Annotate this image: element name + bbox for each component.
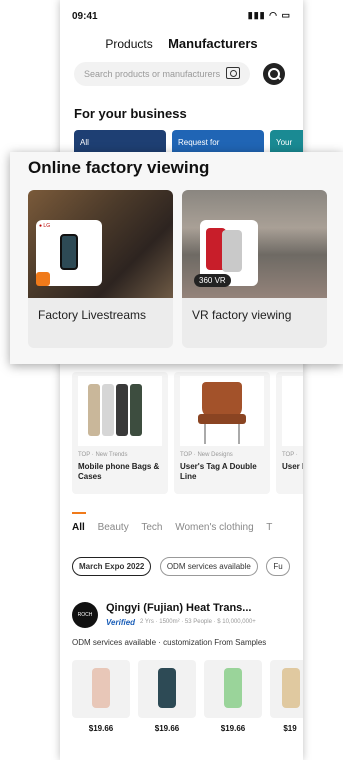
category-tabs: All Beauty Tech Women's clothing T <box>72 522 282 533</box>
lg-logo: ● LG <box>39 223 51 229</box>
phone-image <box>60 234 78 270</box>
tab-products[interactable]: Products <box>105 37 152 51</box>
supplier-description: ODM services available · customization F… <box>72 638 267 647</box>
supplier-name[interactable]: Qingyi (Fujian) Heat Trans... <box>106 602 251 614</box>
category-tab-beauty[interactable]: Beauty <box>98 522 129 533</box>
product-card[interactable]: TOP · User Doub <box>276 372 303 494</box>
vr-360-badge: 360 VR <box>194 274 231 287</box>
phone-image <box>92 668 110 708</box>
product-image <box>78 376 162 446</box>
item-card[interactable] <box>204 660 262 718</box>
category-tab-all[interactable]: All <box>72 522 85 533</box>
product-card[interactable]: TOP · New Trends Mobile phone Bags & Cas… <box>72 372 168 494</box>
product-row: TOP · New Trends Mobile phone Bags & Cas… <box>72 372 303 498</box>
product-name: User's Tag A Double Line <box>180 462 257 481</box>
category-tab-more[interactable]: T <box>266 522 272 533</box>
item-price: $19.66 <box>88 724 114 733</box>
iphone-gold-image <box>88 384 100 436</box>
iphone-black-image <box>116 384 128 436</box>
vr-factory-viewing-card[interactable]: 360 VR VR factory viewing <box>182 190 327 348</box>
camera-icon[interactable] <box>226 67 240 79</box>
product-card[interactable]: TOP · New Designs User's Tag A Double Li… <box>174 372 270 494</box>
filter-chips: March Expo 2022 ODM services available F… <box>72 556 294 576</box>
phone-screen: 09:41 ▮▮▮ ◠ ▭ Products Manufacturers Sea… <box>60 0 303 760</box>
item-price: $19.66 <box>220 724 246 733</box>
supplier-items: $19.66 $19.66 $19.66 $19 <box>72 660 303 740</box>
product-meta: TOP · <box>282 452 298 458</box>
category-underline <box>72 512 86 514</box>
search-icon[interactable] <box>263 63 285 85</box>
product-name: Mobile phone Bags & Cases <box>78 462 160 481</box>
chair-image <box>202 382 242 418</box>
tab-manufacturers[interactable]: Manufacturers <box>168 36 258 51</box>
item-price: $19.66 <box>154 724 180 733</box>
iphone-green-image <box>130 384 142 436</box>
popup-title: Online factory viewing <box>28 158 210 177</box>
top-tabs: Products Manufacturers <box>60 36 303 51</box>
product-meta: TOP · New Designs <box>180 452 233 458</box>
product-name: User Doub <box>282 462 303 471</box>
item-card[interactable] <box>72 660 130 718</box>
signal-wifi-battery-icon: ▮▮▮ ◠ ▭ <box>247 10 291 20</box>
business-section-title: For your business <box>74 106 187 121</box>
category-tab-womens-clothing[interactable]: Women's clothing <box>175 522 253 533</box>
product-meta: TOP · New Trends <box>78 452 128 458</box>
factory-livestreams-card[interactable]: ● LG Factory Livestreams <box>28 190 173 348</box>
phone-image <box>282 668 300 708</box>
category-tab-tech[interactable]: Tech <box>141 522 162 533</box>
supplier-info: 2 Yrs · 1500m² · 53 People · $ 10,000,00… <box>140 619 256 625</box>
phone-silver-image <box>222 230 242 272</box>
card-label: VR factory viewing <box>192 308 292 322</box>
factory-floor-image: 360 VR <box>182 190 327 298</box>
live-icon <box>36 272 50 286</box>
product-image <box>282 376 303 446</box>
verified-badge: Verified <box>106 618 136 627</box>
item-card[interactable] <box>138 660 196 718</box>
item-card[interactable] <box>270 660 303 718</box>
factory-livestream-image: ● LG <box>28 190 173 298</box>
chip-odm-services[interactable]: ODM services available <box>159 557 258 576</box>
supplier-logo: ROCH <box>72 602 98 628</box>
chip-more[interactable]: Fu <box>266 557 290 576</box>
card-label: Factory Livestreams <box>38 308 147 322</box>
product-image <box>180 376 264 446</box>
status-bar: 09:41 ▮▮▮ ◠ ▭ <box>72 8 291 26</box>
online-factory-viewing-popup: Online factory viewing ● LG Factory Live… <box>10 152 343 364</box>
chip-march-expo[interactable]: March Expo 2022 <box>72 557 152 576</box>
item-price: $19 <box>283 724 297 733</box>
phone-image <box>224 668 242 708</box>
search-input[interactable]: Search products or manufacturers <box>74 62 250 86</box>
phone-image <box>158 668 176 708</box>
status-time: 09:41 <box>72 11 98 22</box>
iphone-silver-image <box>102 384 114 436</box>
search-placeholder: Search products or manufacturers <box>84 69 221 79</box>
